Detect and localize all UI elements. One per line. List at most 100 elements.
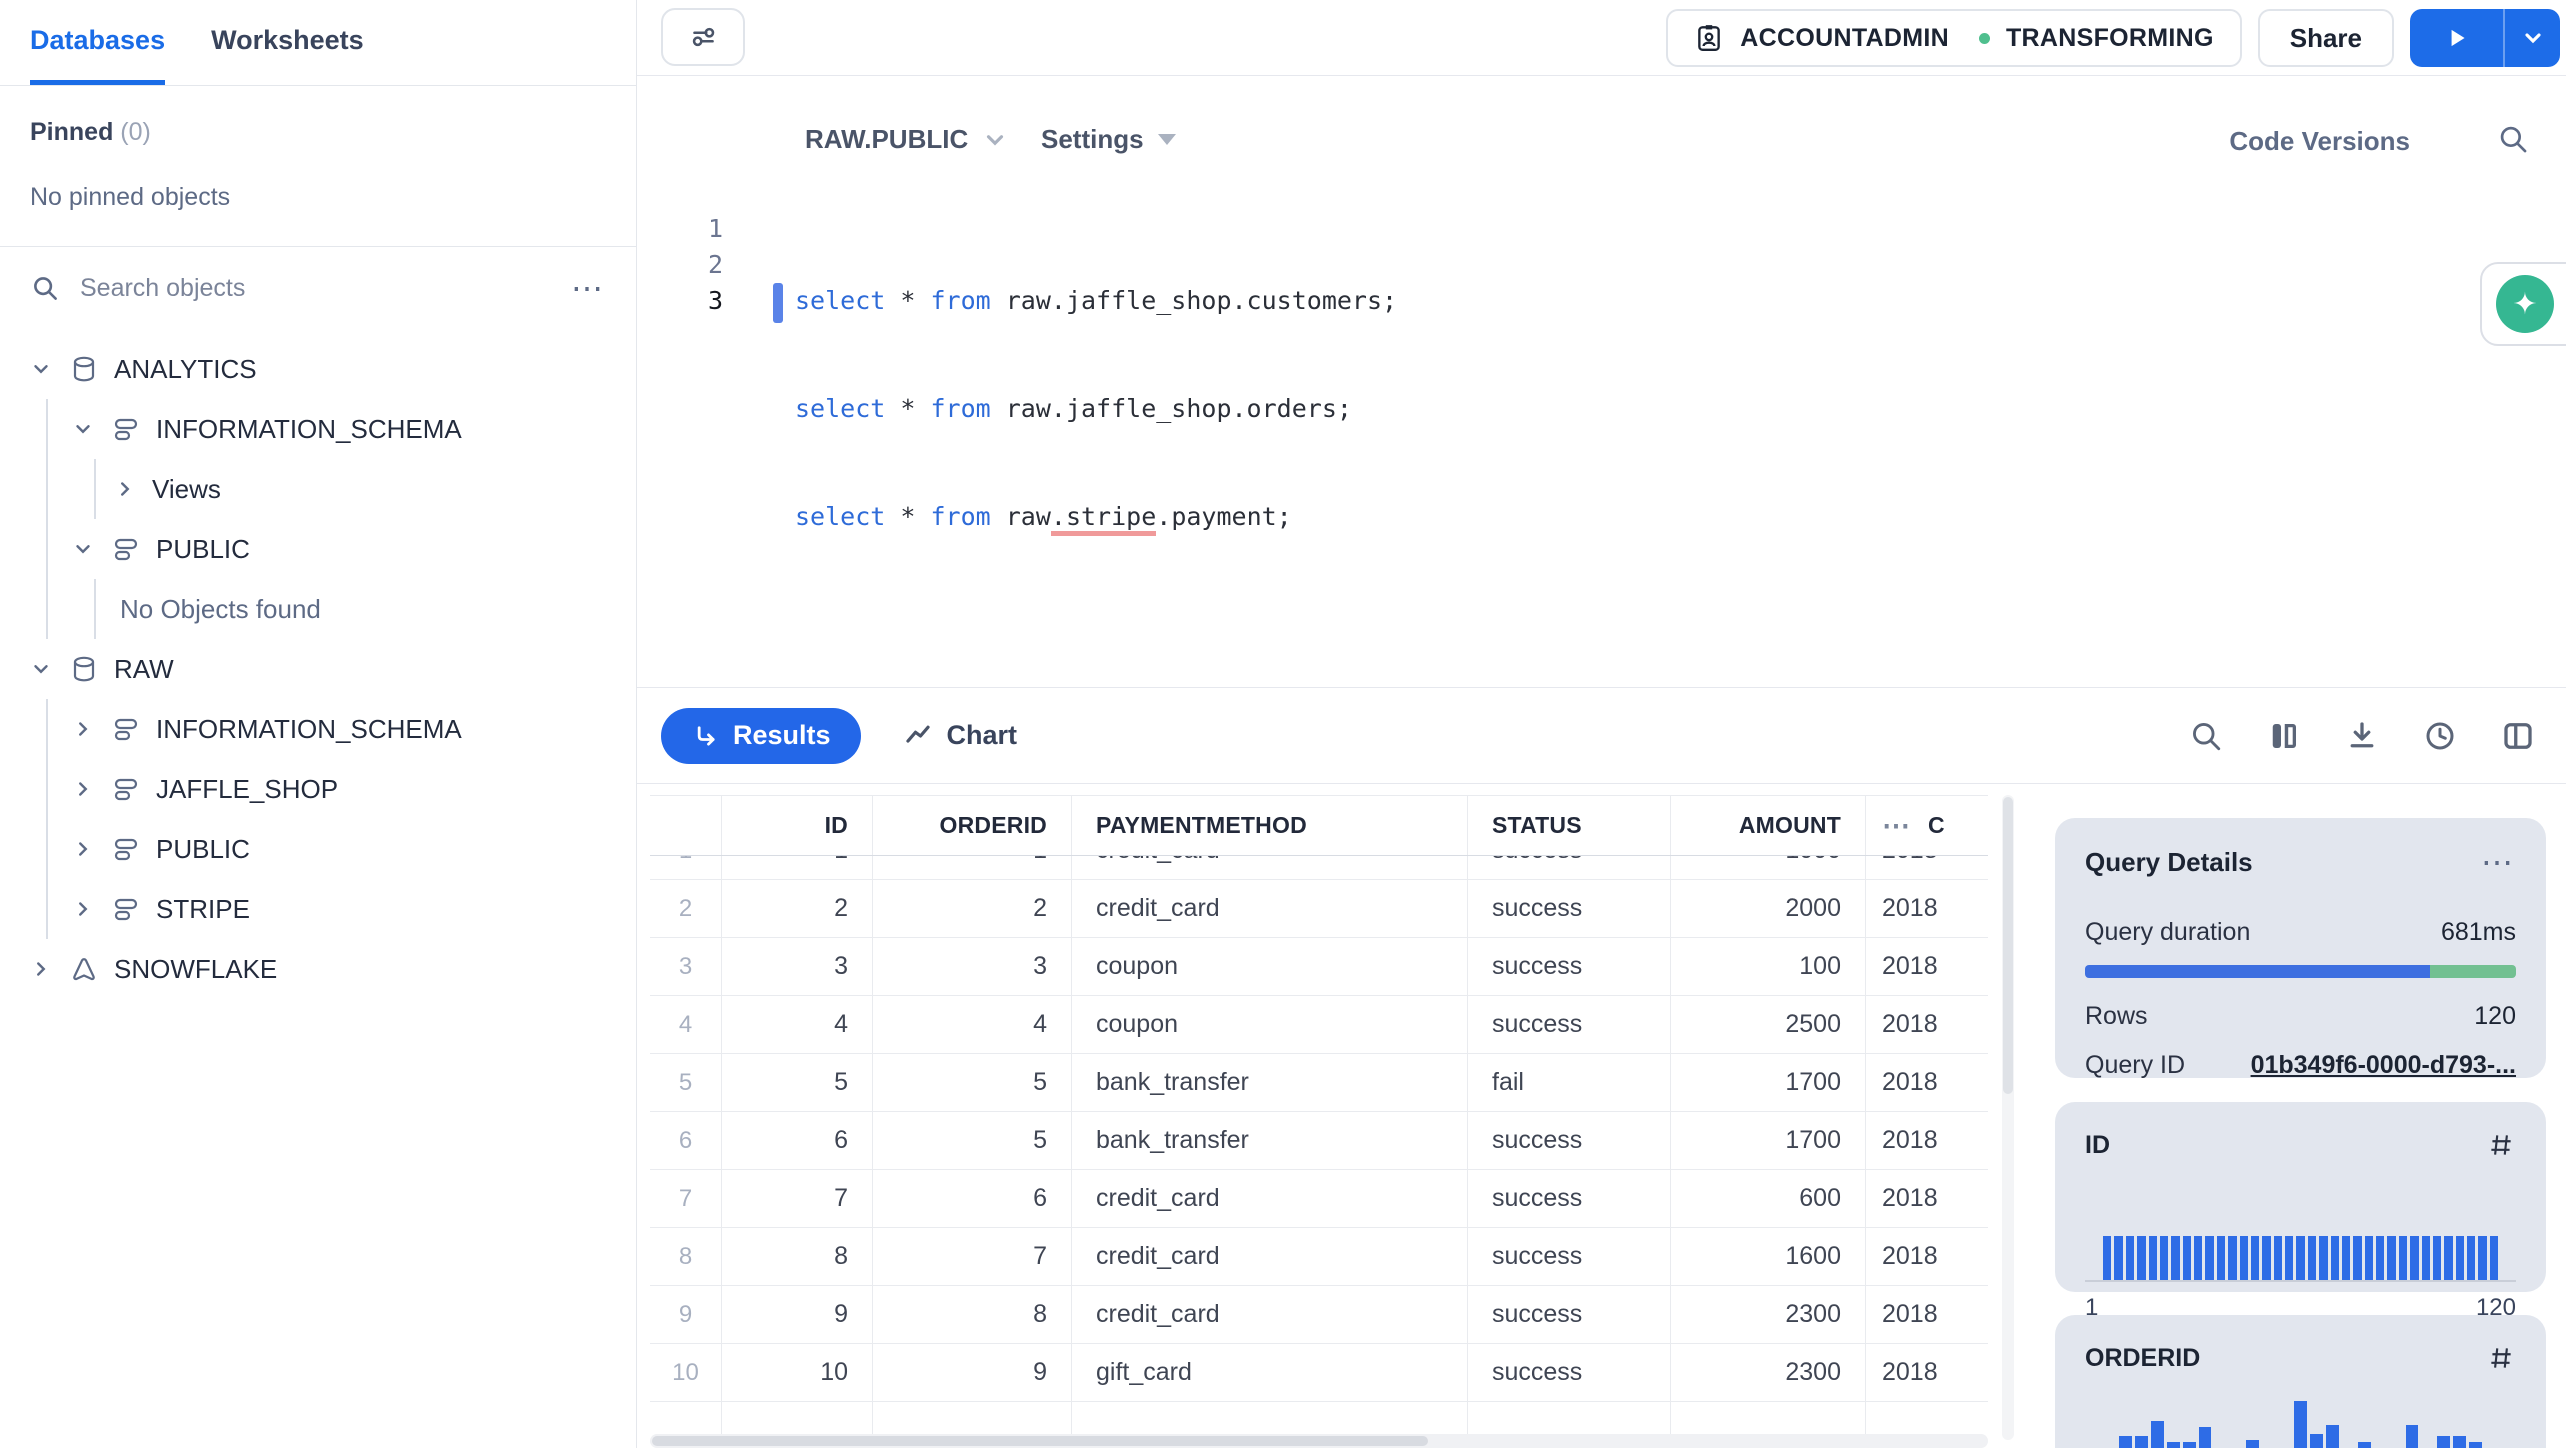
chevron-down-icon — [2524, 33, 2541, 44]
header-overflow[interactable]: ⋯ C — [1866, 796, 1988, 855]
chevron-right-icon[interactable] — [70, 898, 96, 920]
clock-icon — [2426, 722, 2454, 749]
error-underlined-token: .stripe — [1050, 502, 1157, 536]
table-row[interactable]: 6 6 5 bank_transfer success 1700 2018 — [650, 1112, 1988, 1170]
query-details-title: Query Details — [2085, 846, 2253, 877]
table-body[interactable]: 111credit_cardsuccess10002018 222credit_… — [650, 856, 1988, 1434]
sidebar: Databases Worksheets Pinned (0) No pinne… — [0, 0, 637, 1448]
copilot-suggestion-pill[interactable]: ✦ 1 — [2480, 262, 2566, 346]
caret-down-icon — [1157, 134, 1176, 145]
horizontal-scrollbar[interactable] — [650, 1434, 1988, 1448]
warehouse-name: TRANSFORMING — [2005, 23, 2214, 52]
tree-item-analytics[interactable]: ANALYTICS — [0, 339, 636, 399]
sidebar-tabs: Databases Worksheets — [0, 0, 636, 86]
app-window: Databases Worksheets Pinned (0) No pinne… — [0, 0, 2566, 1448]
table-row[interactable]: 5 5 5 bank_transfer fail 1700 2018 — [650, 1054, 1988, 1112]
compilation-segment — [2429, 965, 2516, 978]
schema-icon — [114, 778, 138, 801]
table-row[interactable]: 9 9 8 credit_card success 2300 2018 — [650, 1286, 1988, 1344]
scrollbar-thumb[interactable] — [2003, 797, 2013, 1094]
chevron-down-icon[interactable] — [28, 358, 54, 380]
run-options-button[interactable] — [2505, 9, 2560, 67]
code-versions-link[interactable]: Code Versions — [2229, 126, 2410, 157]
histogram-bars — [2103, 1194, 2499, 1281]
split-panel-button[interactable] — [2500, 718, 2536, 754]
query-duration-bar — [2085, 965, 2516, 978]
chevron-down-icon — [987, 134, 1004, 145]
application-icon — [73, 958, 95, 981]
column-stats-card-id[interactable]: ID 1 120 — [2055, 1102, 2546, 1321]
split-panel-icon — [2504, 722, 2532, 749]
columns-icon — [2272, 723, 2296, 748]
tree-item-snowflake[interactable]: SNOWFLAKE — [0, 939, 636, 999]
column-menu-icon[interactable]: ⋯ — [1882, 809, 1912, 842]
tree-item-jaffle-shop[interactable]: JAFFLE_SHOP — [0, 759, 636, 819]
results-toolbar: Results Chart — [637, 688, 2566, 784]
context-selector-button[interactable]: ACCOUNTADMIN TRANSFORMING — [1666, 9, 2242, 67]
search-objects-input[interactable]: Search objects ⋯ — [0, 247, 636, 329]
vertical-scrollbar[interactable] — [2002, 795, 2014, 1440]
tree-item-raw[interactable]: RAW — [0, 639, 636, 699]
download-button[interactable] — [2344, 718, 2380, 754]
table-row-partial[interactable] — [650, 1402, 1988, 1434]
topbar-actions: ACCOUNTADMIN TRANSFORMING Share — [1666, 9, 2560, 67]
search-results-button[interactable] — [2188, 718, 2224, 754]
tab-databases[interactable]: Databases — [30, 0, 166, 85]
tree-item-stripe[interactable]: STRIPE — [0, 879, 636, 939]
chevron-right-icon[interactable] — [112, 478, 138, 500]
run-button[interactable] — [2410, 9, 2505, 67]
orderid-histogram[interactable] — [2085, 1401, 2516, 1448]
columns-button[interactable] — [2266, 718, 2302, 754]
chevron-right-icon[interactable] — [70, 778, 96, 800]
header-amount[interactable]: AMOUNT — [1671, 796, 1866, 855]
number-column-icon — [2491, 1348, 2511, 1368]
chevron-down-icon[interactable] — [28, 658, 54, 680]
tab-worksheets[interactable]: Worksheets — [211, 0, 364, 85]
worksheet-options-button[interactable] — [661, 8, 745, 66]
sql-code[interactable]: select * from raw.jaffle_shop.customers;… — [795, 211, 1397, 607]
tree-item-public[interactable]: PUBLIC — [0, 519, 636, 579]
execution-segment — [2085, 965, 2430, 978]
role-name: ACCOUNTADMIN — [1740, 23, 1949, 52]
sidebar-more-menu-icon[interactable]: ⋯ — [571, 272, 606, 304]
scrollbar-thumb[interactable] — [652, 1436, 1429, 1446]
tab-chart[interactable]: Chart — [903, 720, 1017, 751]
query-details-menu-icon[interactable]: ⋯ — [2481, 846, 2516, 878]
header-status[interactable]: STATUS — [1468, 796, 1671, 855]
table-row[interactable]: 111credit_cardsuccess10002018 — [650, 856, 1988, 880]
header-id[interactable]: ID — [722, 796, 873, 855]
chevron-right-icon[interactable] — [70, 718, 96, 740]
settings-dropdown[interactable]: Settings — [1041, 124, 1176, 155]
chevron-right-icon[interactable] — [28, 958, 54, 980]
tree-item-information-schema[interactable]: INFORMATION_SCHEMA — [0, 399, 636, 459]
database-context-selector[interactable]: RAW.PUBLIC — [805, 124, 1008, 155]
header-orderid[interactable]: ORDERID — [873, 796, 1072, 855]
object-tree: ANALYTICS INFORMATION_SCHEMA Views PUBLI… — [0, 329, 636, 1448]
query-id-link[interactable]: 01b349f6-0000-d793-... — [2251, 1051, 2516, 1080]
main-panel: ACCOUNTADMIN TRANSFORMING Share RAW.PUBL… — [637, 0, 2566, 1448]
tab-results[interactable]: Results — [661, 707, 861, 764]
table-row[interactable]: 2 2 2 credit_card success 2000 2018 — [650, 880, 1988, 938]
history-button[interactable] — [2422, 718, 2458, 754]
share-button[interactable]: Share — [2257, 9, 2394, 67]
role-badge-icon — [1698, 25, 1721, 51]
chevron-down-icon[interactable] — [70, 538, 96, 560]
chevron-right-icon[interactable] — [70, 838, 96, 860]
table-row[interactable]: 7 7 6 credit_card success 600 2018 — [650, 1170, 1988, 1228]
chevron-down-icon[interactable] — [70, 418, 96, 440]
schema-icon — [114, 538, 138, 561]
header-paymentmethod[interactable]: PAYMENTMETHOD — [1072, 796, 1468, 855]
editor-search-button[interactable] — [2496, 122, 2530, 156]
code-line-2: select * from raw.jaffle_shop.orders; — [795, 394, 1352, 423]
table-row[interactable]: 8 8 7 credit_card success 1600 2018 — [650, 1228, 1988, 1286]
tree-item-raw-information-schema[interactable]: INFORMATION_SCHEMA — [0, 699, 636, 759]
line-numbers: 1 2 3 — [707, 214, 723, 315]
column-stats-card-orderid[interactable]: ORDERID — [2055, 1315, 2546, 1448]
table-row[interactable]: 3 3 3 coupon success 100 2018 — [650, 938, 1988, 996]
sql-editor[interactable]: RAW.PUBLIC Settings Code Versions 1 2 3 … — [637, 76, 2566, 688]
warehouse-status-dot — [1978, 32, 1990, 44]
table-row[interactable]: 4 4 4 coupon success 2500 2018 — [650, 996, 1988, 1054]
id-histogram[interactable] — [2085, 1194, 2516, 1282]
tree-item-raw-public[interactable]: PUBLIC — [0, 819, 636, 879]
table-row[interactable]: 10 10 9 gift_card success 2300 2018 — [650, 1344, 1988, 1402]
